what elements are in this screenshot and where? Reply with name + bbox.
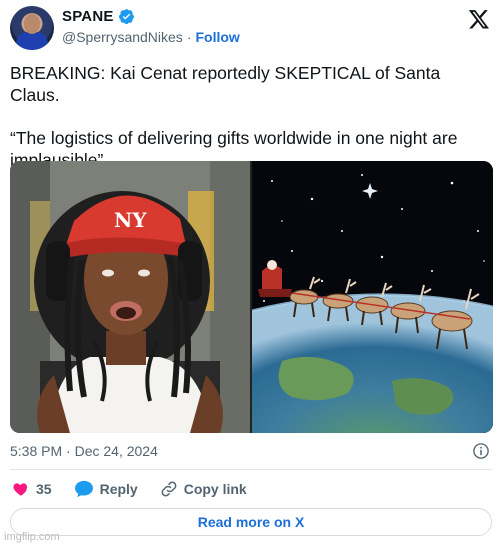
divider xyxy=(10,469,492,470)
author-handle[interactable]: @SperrysandNikes xyxy=(62,29,183,45)
like-count: 35 xyxy=(36,481,52,497)
tweet-text: BREAKING: Kai Cenat reportedly SKEPTICAL… xyxy=(10,62,494,171)
read-more-button[interactable]: Read more on X xyxy=(10,508,492,536)
reply-button[interactable]: Reply xyxy=(74,480,138,498)
tweet-media[interactable]: NY xyxy=(10,161,493,433)
media-photo-streamer[interactable]: NY xyxy=(10,161,250,433)
author-display-name[interactable]: SPANE xyxy=(62,8,114,25)
svg-text:NY: NY xyxy=(114,208,147,232)
avatar-face xyxy=(24,14,40,34)
copy-link-button[interactable]: Copy link xyxy=(160,480,247,498)
x-logo-icon[interactable] xyxy=(468,8,490,30)
tweet-header: SPANE @SperrysandNikes · Follow xyxy=(10,6,492,52)
watermark: imgflip.com xyxy=(4,531,60,543)
verified-badge-icon xyxy=(118,9,134,25)
santa-sleigh-illustration xyxy=(252,161,493,433)
separator-dot: · xyxy=(186,29,192,45)
timestamp[interactable]: 5:38 PM · Dec 24, 2024 xyxy=(10,443,158,459)
follow-link[interactable]: Follow xyxy=(195,29,239,45)
streamer-illustration: NY xyxy=(10,161,250,433)
speech-bubble-icon xyxy=(74,480,93,498)
copy-link-label: Copy link xyxy=(183,481,247,497)
tweet-line-1: BREAKING: Kai Cenat reportedly SKEPTICAL… xyxy=(10,63,441,105)
tweet-meta: 5:38 PM · Dec 24, 2024 xyxy=(10,442,492,462)
media-photo-santa-sleigh[interactable] xyxy=(252,161,493,433)
avatar-shirt xyxy=(16,32,48,50)
action-bar: 35 Reply Copy link xyxy=(12,478,269,500)
info-icon[interactable] xyxy=(472,442,490,460)
avatar[interactable] xyxy=(10,6,54,50)
reply-label: Reply xyxy=(99,481,138,497)
link-icon xyxy=(161,481,177,497)
handle-row: @SperrysandNikes · Follow xyxy=(62,29,240,45)
heart-icon xyxy=(13,483,28,496)
name-row: SPANE xyxy=(62,8,135,25)
like-button[interactable]: 35 xyxy=(12,480,52,498)
